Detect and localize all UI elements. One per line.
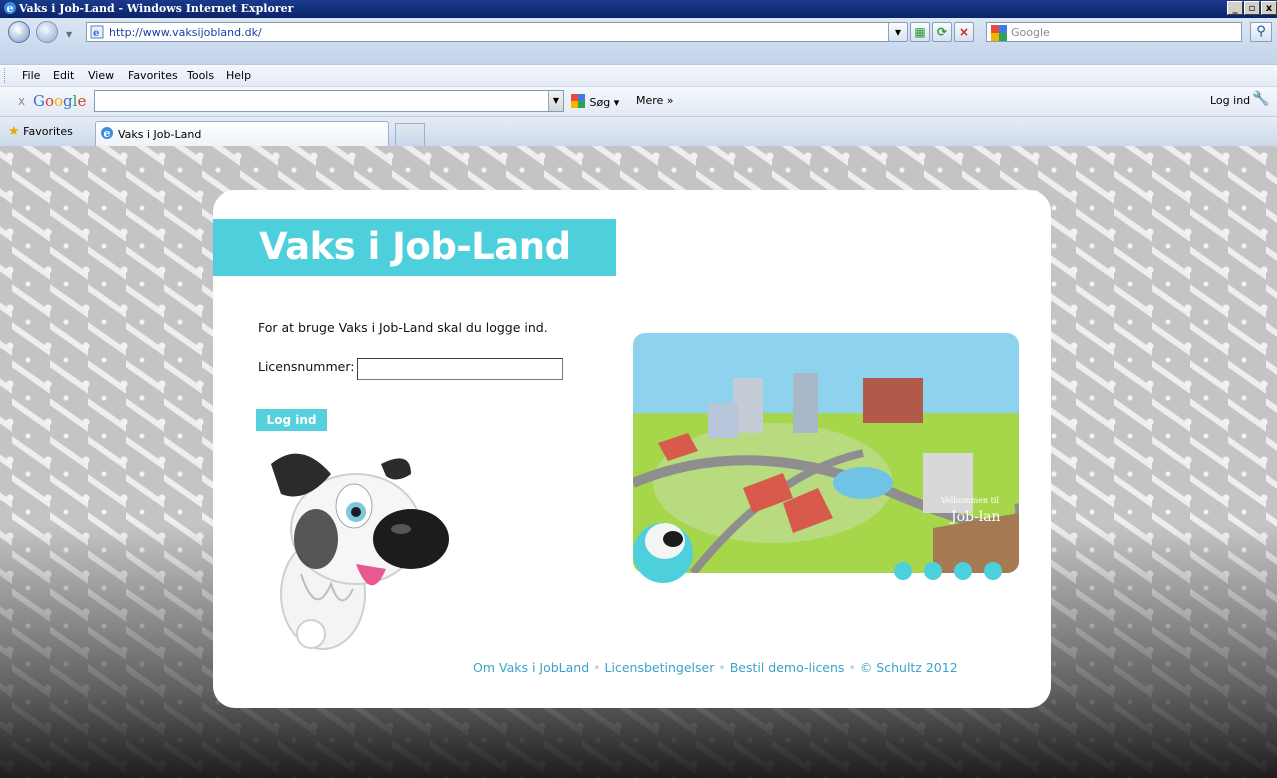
menu-bar: File Edit View Favorites Tools Help <box>0 64 1277 86</box>
more-button[interactable]: Mere » <box>636 94 674 107</box>
link-bestil-demo[interactable]: Bestil demo-licens <box>730 660 845 675</box>
menu-help[interactable]: Help <box>226 69 251 82</box>
site-banner: Vaks i Job-Land <box>213 219 616 276</box>
google-logo: Google <box>33 92 87 110</box>
menu-file[interactable]: File <box>22 69 40 82</box>
dog-mascot-image <box>271 453 449 650</box>
city-sign-line2: Job-lan <box>949 509 1001 525</box>
sog-label: Søg <box>589 96 611 109</box>
star-icon: ★ <box>8 124 20 139</box>
page-icon: e <box>90 25 104 42</box>
page-viewport: Vaks i Job-Land For at bruge Vaks i Job-… <box>0 146 1277 778</box>
copyright-text: © Schultz 2012 <box>859 660 958 675</box>
job-land-city-image: Velkommen til Job-lan <box>633 333 1019 583</box>
address-dropdown-button[interactable]: ▾ <box>888 22 908 42</box>
svg-text:e: e <box>93 28 99 39</box>
menu-edit[interactable]: Edit <box>53 69 74 82</box>
address-toolbar: ‹ › ▼ e http://www.vaksijobland.dk/ ▾ ▦ … <box>0 18 1277 64</box>
minimize-button[interactable]: _ <box>1227 1 1243 15</box>
url-text[interactable]: http://www.vaksijobland.dk/ <box>109 26 262 39</box>
svg-text:e: e <box>7 2 14 15</box>
link-licensbetingelser[interactable]: Licensbetingelser <box>605 660 715 675</box>
refresh-icon[interactable]: ⟳ <box>932 22 952 42</box>
intro-text: For at bruge Vaks i Job-Land skal du log… <box>258 320 548 335</box>
google-icon <box>991 25 1007 44</box>
svg-text:e: e <box>104 127 111 140</box>
stop-icon[interactable]: × <box>954 22 974 42</box>
toolbar-grip <box>4 68 8 83</box>
google-toolbar: x Google ▼ Søg ▾ Mere » Log ind 🔧 <box>0 86 1277 116</box>
wrench-icon[interactable]: 🔧 <box>1252 91 1269 107</box>
ie-tab-icon: e <box>100 126 114 143</box>
history-dropdown-icon[interactable]: ▼ <box>66 30 72 39</box>
license-label: Licensnummer: <box>258 359 355 374</box>
google-search-dropdown[interactable]: ▼ <box>548 91 563 111</box>
back-button[interactable]: ‹ <box>8 21 30 43</box>
city-illustration: Velkommen til Job-lan <box>633 333 1019 591</box>
close-toolbar-icon[interactable]: x <box>18 94 25 108</box>
login-button[interactable]: Log ind <box>256 409 327 431</box>
link-om-vaks[interactable]: Om Vaks i JobLand <box>473 660 589 675</box>
tabs-bar: ★ Favorites e Vaks i Job-Land <box>0 116 1277 147</box>
menu-favorites[interactable]: Favorites <box>128 69 178 82</box>
window-title: Vaks i Job-Land - Windows Internet Explo… <box>19 2 294 15</box>
close-window-button[interactable]: x <box>1261 1 1277 15</box>
menu-tools[interactable]: Tools <box>187 69 214 82</box>
license-input[interactable] <box>357 358 563 380</box>
tab-label: Vaks i Job-Land <box>118 128 202 141</box>
restore-button[interactable]: ▫ <box>1244 1 1260 15</box>
menu-view[interactable]: View <box>88 69 114 82</box>
footer-links: Om Vaks i JobLand • Licensbetingelser • Best… <box>473 660 958 675</box>
compatibility-icon[interactable]: ▦ <box>910 22 930 42</box>
window-titlebar: e Vaks i Job-Land - Windows Internet Exp… <box>0 0 1277 18</box>
favorites-label: Favorites <box>23 125 73 138</box>
google-sog-icon <box>571 94 585 108</box>
address-bar[interactable]: e http://www.vaksijobland.dk/ <box>86 22 906 42</box>
search-box[interactable]: Google <box>986 22 1242 42</box>
google-login-link[interactable]: Log ind <box>1210 94 1250 107</box>
city-sign-line1: Velkommen til <box>940 496 999 505</box>
new-tab-button[interactable] <box>395 123 425 147</box>
ie-logo-icon: e <box>3 1 17 18</box>
google-search-input[interactable]: ▼ <box>94 90 564 112</box>
search-placeholder: Google <box>1011 26 1050 39</box>
sog-button[interactable]: Søg ▾ <box>570 94 619 109</box>
favorites-button[interactable]: ★ Favorites <box>8 124 73 139</box>
tab-vaks-i-job-land[interactable]: e Vaks i Job-Land <box>95 121 389 147</box>
search-icon[interactable]: ⚲ <box>1250 22 1272 42</box>
forward-button[interactable]: › <box>36 21 58 43</box>
banner-title: Vaks i Job-Land <box>259 225 571 268</box>
login-card: Vaks i Job-Land For at bruge Vaks i Job-… <box>213 190 1051 708</box>
